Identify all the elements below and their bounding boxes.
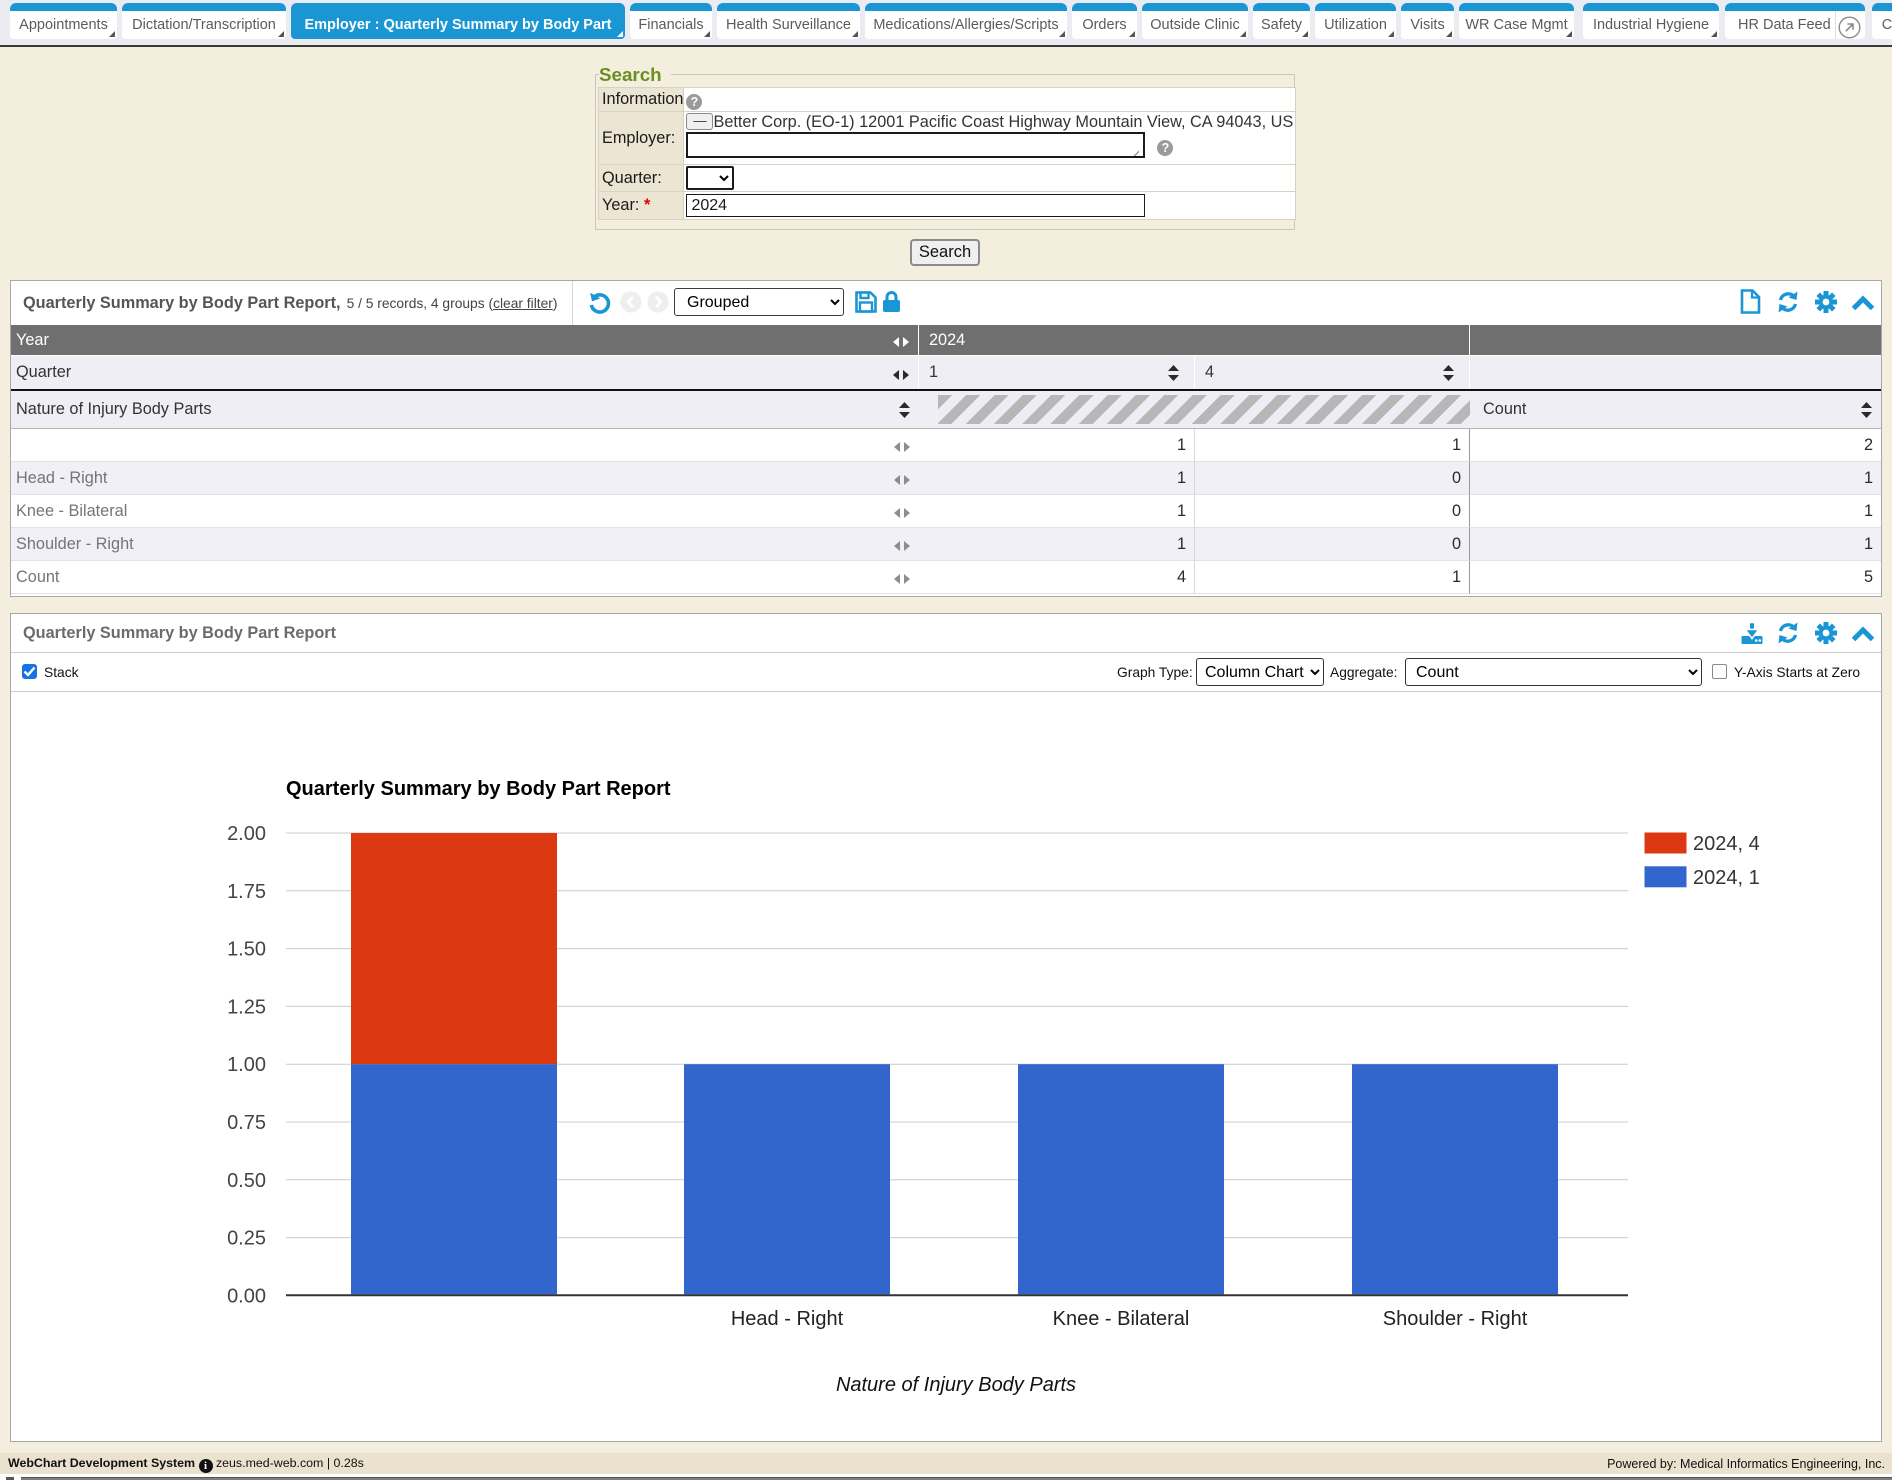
svg-text:1.25: 1.25 [227, 996, 266, 1018]
svg-text:0.75: 0.75 [227, 1112, 266, 1134]
svg-text:Quarterly Summary by Body Part: Quarterly Summary by Body Part Report [286, 778, 671, 800]
svg-text:1.75: 1.75 [227, 881, 266, 903]
svg-text:0.25: 0.25 [227, 1228, 266, 1250]
svg-text:Shoulder - Right: Shoulder - Right [1383, 1308, 1528, 1330]
svg-text:Nature of Injury Body Parts: Nature of Injury Body Parts [836, 1374, 1076, 1396]
svg-text:Knee - Bilateral: Knee - Bilateral [1053, 1308, 1190, 1330]
svg-text:1.00: 1.00 [227, 1054, 266, 1076]
svg-text:Head - Right: Head - Right [731, 1308, 844, 1330]
svg-text:2.00: 2.00 [227, 823, 266, 845]
svg-text:1.50: 1.50 [227, 939, 266, 961]
svg-text:0.00: 0.00 [227, 1285, 266, 1307]
svg-text:2024, 4: 2024, 4 [1693, 833, 1760, 855]
svg-text:0.50: 0.50 [227, 1170, 266, 1192]
svg-text:2024, 1: 2024, 1 [1693, 867, 1760, 889]
